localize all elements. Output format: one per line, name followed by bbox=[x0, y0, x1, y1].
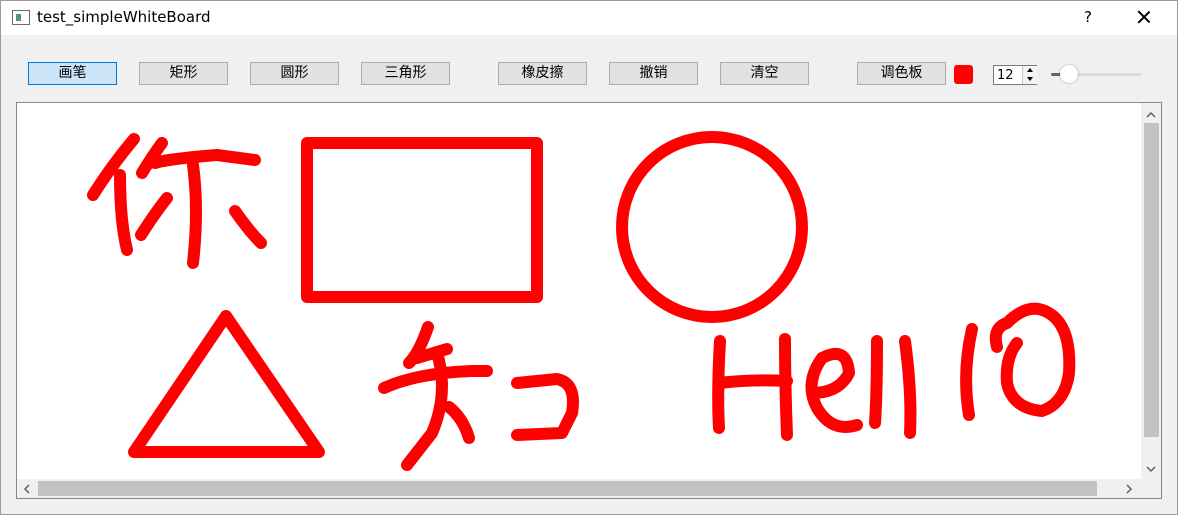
horizontal-scrollbar[interactable] bbox=[17, 479, 1141, 498]
drawing-stroke-ni bbox=[135, 192, 173, 241]
drawing-stroke-hello bbox=[989, 302, 1076, 417]
app-icon bbox=[12, 10, 30, 25]
drawn-triangle bbox=[128, 310, 325, 458]
title-bar: test_simpleWhiteBoard ? bbox=[1, 1, 1177, 35]
drawing-stroke-zhi bbox=[443, 401, 475, 444]
scroll-up-arrow-icon[interactable] bbox=[1145, 109, 1157, 121]
drawing-stroke-ni bbox=[149, 149, 261, 169]
slider-handle[interactable] bbox=[1059, 65, 1078, 83]
eraser-button[interactable]: 橡皮擦 bbox=[498, 62, 587, 85]
scroll-down-arrow-icon[interactable] bbox=[1145, 463, 1157, 475]
spin-down-arrow-icon[interactable] bbox=[1022, 75, 1037, 84]
window-title: test_simpleWhiteBoard bbox=[37, 8, 211, 26]
current-color-swatch bbox=[954, 65, 973, 84]
help-button[interactable]: ? bbox=[1071, 6, 1105, 28]
scroll-left-arrow-icon[interactable] bbox=[21, 483, 33, 495]
drawing-stroke-hello bbox=[899, 335, 917, 439]
drawn-rectangle bbox=[301, 137, 543, 303]
vertical-scrollbar[interactable] bbox=[1141, 103, 1161, 479]
drawing-stroke-ni bbox=[229, 205, 267, 249]
circle-button[interactable]: 圆形 bbox=[250, 62, 339, 85]
close-icon[interactable] bbox=[1127, 4, 1161, 30]
undo-button[interactable]: 撤销 bbox=[609, 62, 698, 85]
horizontal-scroll-thumb[interactable] bbox=[38, 481, 1097, 496]
scroll-corner bbox=[1141, 479, 1161, 498]
scroll-right-arrow-icon[interactable] bbox=[1123, 483, 1135, 495]
drawing-stroke-ni bbox=[187, 159, 202, 269]
drawing-stroke-hello bbox=[869, 335, 883, 429]
drawing-canvas-area[interactable] bbox=[16, 102, 1162, 499]
triangle-button[interactable]: 三角形 bbox=[361, 62, 450, 85]
drawing-stroke-hello bbox=[779, 333, 793, 441]
clear-button[interactable]: 清空 bbox=[720, 62, 809, 85]
app-window: test_simpleWhiteBoard ? 画笔 矩形 圆形 三角形 橡皮擦… bbox=[0, 0, 1178, 515]
pen-size-slider[interactable] bbox=[1049, 63, 1143, 87]
drawing-canvas[interactable] bbox=[17, 103, 1141, 479]
palette-button[interactable]: 调色板 bbox=[857, 62, 946, 85]
pen-size-spinbox[interactable]: 12 bbox=[993, 65, 1037, 85]
drawn-circle bbox=[616, 131, 808, 323]
drawing-stroke-hello bbox=[713, 374, 793, 389]
vertical-scroll-thumb[interactable] bbox=[1144, 123, 1159, 437]
pen-button[interactable]: 画笔 bbox=[28, 62, 117, 85]
drawing-stroke-ni bbox=[87, 133, 140, 201]
pen-size-value[interactable]: 12 bbox=[997, 67, 1014, 84]
drawing-stroke-ni bbox=[114, 169, 133, 256]
rectangle-button[interactable]: 矩形 bbox=[139, 62, 228, 85]
drawing-stroke-hello bbox=[805, 348, 863, 433]
drawing-stroke-zhi bbox=[511, 373, 579, 441]
drawing-stroke-hello bbox=[960, 323, 978, 421]
